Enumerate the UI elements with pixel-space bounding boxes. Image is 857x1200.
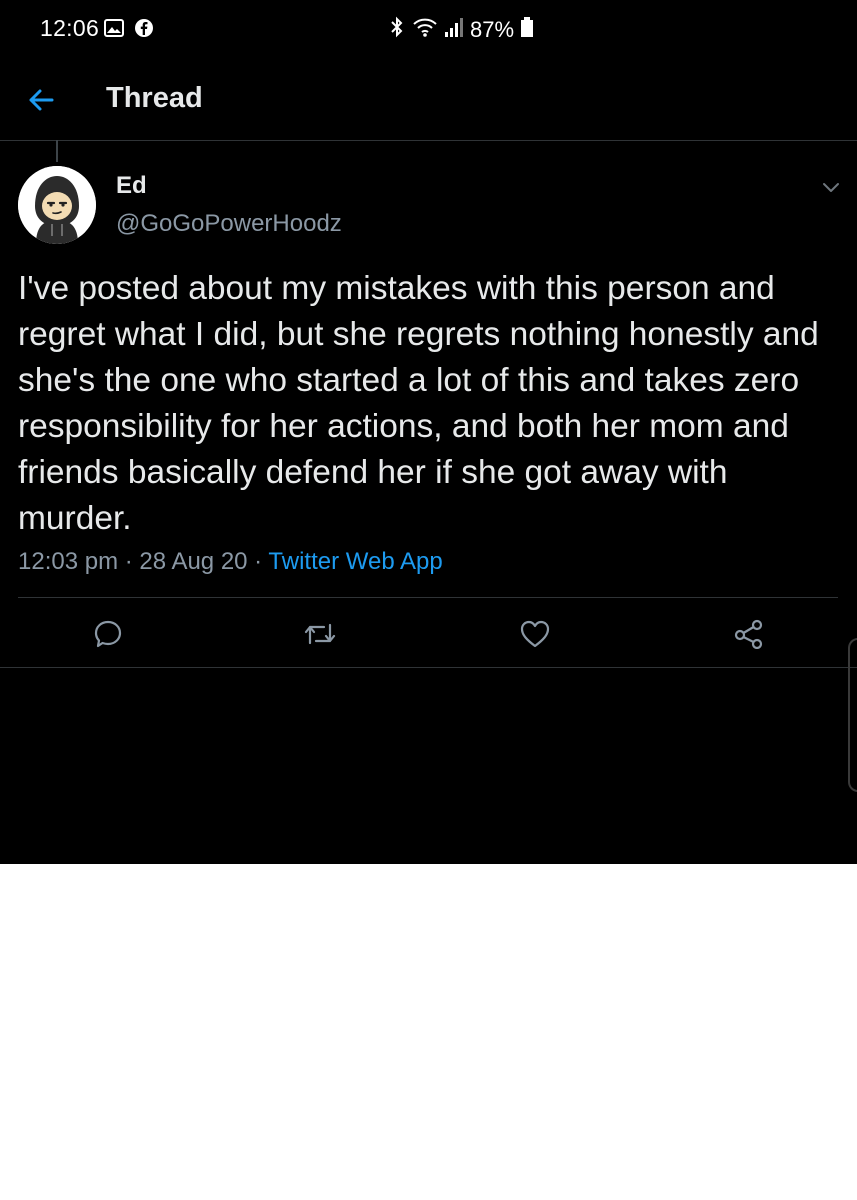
tweet-source-link[interactable]: Twitter Web App — [268, 548, 442, 575]
divider — [0, 667, 857, 668]
chevron-down-icon[interactable] — [818, 176, 844, 198]
retweet-icon[interactable] — [302, 617, 338, 651]
edge-panel-handle[interactable] — [848, 638, 857, 792]
page-title: Thread — [106, 82, 203, 114]
user-handle[interactable]: @GoGoPowerHoodz — [116, 210, 342, 238]
facebook-icon — [134, 18, 154, 43]
signal-icon — [444, 16, 464, 43]
back-arrow-icon[interactable] — [24, 82, 60, 118]
reply-icon[interactable] — [90, 617, 126, 651]
like-icon[interactable] — [517, 617, 553, 651]
tweet-metadata: 12:03 pm · 28 Aug 20 · Twitter Web App — [18, 548, 443, 576]
share-icon[interactable] — [731, 617, 767, 651]
notification-icons — [104, 18, 154, 43]
meta-separator: · — [118, 548, 140, 575]
thread-connector-line — [56, 140, 58, 162]
system-icons: 87% — [388, 15, 534, 44]
battery-percent: 87% — [470, 16, 515, 42]
tweet-time: 12:03 pm — [18, 548, 119, 575]
battery-icon — [520, 16, 534, 43]
divider — [18, 597, 838, 598]
status-time: 12:06 — [40, 15, 100, 41]
tweet-date: 28 Aug 20 — [139, 548, 248, 575]
image-icon — [104, 19, 124, 42]
display-name[interactable]: Ed — [116, 172, 147, 200]
phone-screen: 12:06 87% Thread Ed @GoGoPowerHoodz I've… — [0, 0, 857, 864]
wifi-icon — [412, 16, 438, 43]
bluetooth-icon — [388, 15, 406, 44]
app-header: Thread — [0, 60, 857, 141]
meta-separator: · — [247, 548, 269, 575]
status-bar: 12:06 87% — [0, 0, 857, 60]
avatar[interactable] — [18, 166, 96, 244]
tweet-text: I've posted about my mistakes with this … — [18, 270, 819, 537]
